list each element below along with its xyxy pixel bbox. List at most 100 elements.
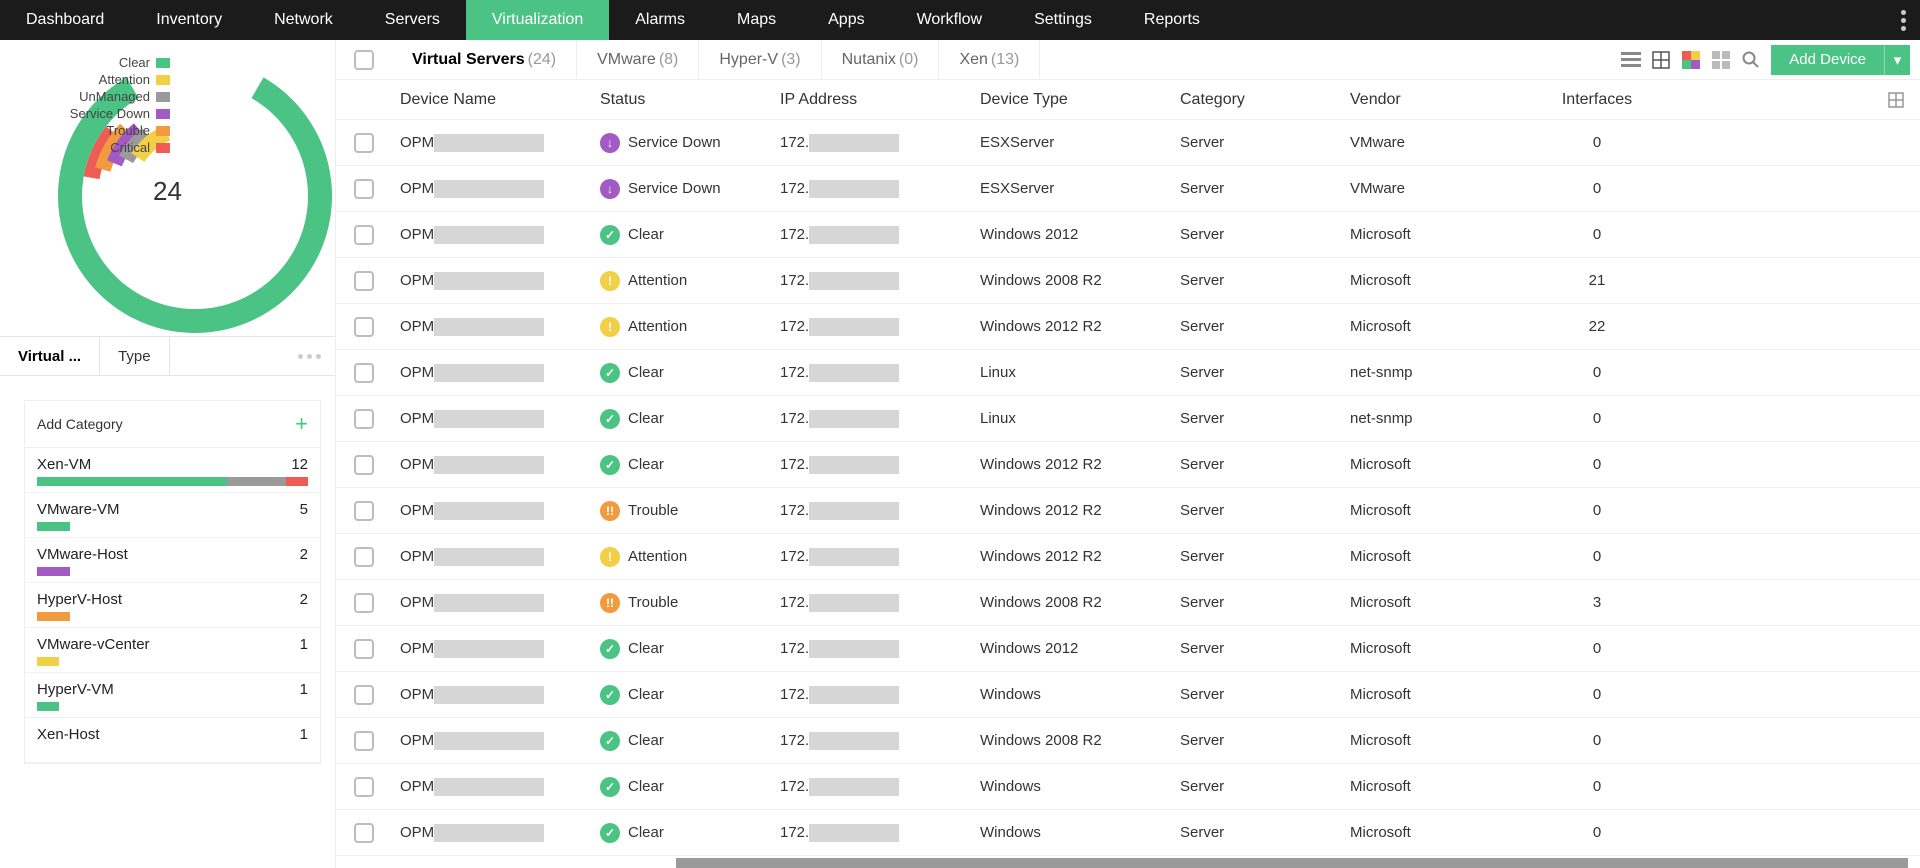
table-row[interactable]: OPM↓Service Down172.ESXServerServerVMwar… [336, 120, 1920, 166]
row-checkbox[interactable] [354, 317, 374, 337]
table-row[interactable]: OPM✓Clear172.Windows 2012 R2ServerMicros… [336, 442, 1920, 488]
table-row[interactable]: OPM!Attention172.Windows 2012 R2ServerMi… [336, 304, 1920, 350]
col-category[interactable]: Category [1172, 91, 1342, 109]
side-tab-0[interactable]: Virtual ... [0, 337, 100, 375]
sidebar: ClearAttentionUnManagedService DownTroub… [0, 40, 335, 868]
table-row[interactable]: OPM↓Service Down172.ESXServerServerVMwar… [336, 166, 1920, 212]
row-checkbox[interactable] [354, 271, 374, 291]
status-icon: ✓ [600, 409, 620, 429]
nav-settings[interactable]: Settings [1008, 0, 1118, 40]
nav-workflow[interactable]: Workflow [891, 0, 1009, 40]
nav-servers[interactable]: Servers [359, 0, 466, 40]
row-checkbox[interactable] [354, 179, 374, 199]
table-row[interactable]: OPM✓Clear172.WindowsServerMicrosoft0 [336, 672, 1920, 718]
toolbar: Virtual Servers (24)VMware (8)Hyper-V (3… [336, 40, 1920, 80]
row-checkbox[interactable] [354, 639, 374, 659]
table-row[interactable]: OPM✓Clear172.Windows 2012ServerMicrosoft… [336, 212, 1920, 258]
col-status[interactable]: Status [592, 91, 772, 109]
nav-alarms[interactable]: Alarms [609, 0, 711, 40]
category-panel: Add Category + Xen-VM12VMware-VM5VMware-… [24, 400, 321, 764]
table-row[interactable]: OPM✓Clear172.WindowsServerMicrosoft0 [336, 764, 1920, 810]
col-vendor[interactable]: Vendor [1342, 91, 1522, 109]
row-checkbox[interactable] [354, 777, 374, 797]
category-row[interactable]: HyperV-Host2 [25, 583, 320, 628]
status-icon: ✓ [600, 225, 620, 245]
tab-xen[interactable]: Xen (13) [939, 40, 1040, 79]
col-interfaces[interactable]: Interfaces [1522, 91, 1672, 109]
nav-maps[interactable]: Maps [711, 0, 802, 40]
table-row[interactable]: OPM!!Trouble172.Windows 2012 R2ServerMic… [336, 488, 1920, 534]
status-icon: !! [600, 501, 620, 521]
add-category-button[interactable]: + [295, 411, 308, 437]
tab-hyper-v[interactable]: Hyper-V (3) [699, 40, 821, 79]
side-tab-1[interactable]: Type [100, 337, 170, 375]
table-body: OPM↓Service Down172.ESXServerServerVMwar… [336, 120, 1920, 856]
select-all-checkbox[interactable] [354, 50, 374, 70]
table-row[interactable]: OPM✓Clear172.Windows 2008 R2ServerMicros… [336, 718, 1920, 764]
top-nav: DashboardInventoryNetworkServersVirtuali… [0, 0, 1920, 40]
table-header: Device Name Status IP Address Device Typ… [336, 80, 1920, 120]
tab-nutanix[interactable]: Nutanix (0) [822, 40, 940, 79]
status-donut-chart: ClearAttentionUnManagedService DownTroub… [0, 46, 335, 336]
status-icon: ✓ [600, 823, 620, 843]
table-row[interactable]: OPM!Attention172.Windows 2012 R2ServerMi… [336, 534, 1920, 580]
nav-inventory[interactable]: Inventory [130, 0, 248, 40]
status-icon: ✓ [600, 777, 620, 797]
col-device-name[interactable]: Device Name [392, 91, 592, 109]
status-icon: ✓ [600, 363, 620, 383]
status-icon: ✓ [600, 455, 620, 475]
list-view-icon[interactable] [1621, 50, 1641, 70]
col-ip[interactable]: IP Address [772, 91, 972, 109]
color-view-icon[interactable] [1681, 50, 1701, 70]
row-checkbox[interactable] [354, 225, 374, 245]
add-device-dropdown-icon[interactable]: ▾ [1884, 45, 1910, 75]
nav-reports[interactable]: Reports [1118, 0, 1226, 40]
row-checkbox[interactable] [354, 731, 374, 751]
table-row[interactable]: OPM✓Clear172.LinuxServernet-snmp0 [336, 350, 1920, 396]
legend-item: Attention [0, 71, 170, 88]
row-checkbox[interactable] [354, 133, 374, 153]
row-checkbox[interactable] [354, 547, 374, 567]
table-row[interactable]: OPM✓Clear172.WindowsServerMicrosoft0 [336, 810, 1920, 856]
row-checkbox[interactable] [354, 455, 374, 475]
category-row[interactable]: VMware-Host2 [25, 538, 320, 583]
column-settings-icon[interactable] [1888, 92, 1904, 108]
table-row[interactable]: OPM✓Clear172.Windows 2012ServerMicrosoft… [336, 626, 1920, 672]
category-row[interactable]: Xen-Host1 [25, 718, 320, 763]
nav-network[interactable]: Network [248, 0, 359, 40]
nav-dashboard[interactable]: Dashboard [0, 0, 130, 40]
horizontal-scrollbar[interactable] [676, 858, 1908, 868]
main-panel: Virtual Servers (24)VMware (8)Hyper-V (3… [335, 40, 1920, 868]
status-icon: ✓ [600, 685, 620, 705]
grid-view-icon[interactable] [1651, 50, 1671, 70]
table-row[interactable]: OPM!!Trouble172.Windows 2008 R2ServerMic… [336, 580, 1920, 626]
nav-apps[interactable]: Apps [802, 0, 890, 40]
status-icon: ↓ [600, 133, 620, 153]
more-menu-icon[interactable] [1901, 0, 1906, 40]
category-row[interactable]: VMware-vCenter1 [25, 628, 320, 673]
nav-virtualization[interactable]: Virtualization [466, 0, 609, 40]
col-device-type[interactable]: Device Type [972, 91, 1172, 109]
search-icon[interactable] [1741, 50, 1761, 70]
row-checkbox[interactable] [354, 593, 374, 613]
chart-legend: ClearAttentionUnManagedService DownTroub… [0, 54, 170, 156]
tab-virtual-servers[interactable]: Virtual Servers (24) [392, 40, 577, 79]
category-row[interactable]: Xen-VM12 [25, 448, 320, 493]
category-row[interactable]: HyperV-VM1 [25, 673, 320, 718]
row-checkbox[interactable] [354, 823, 374, 843]
tiles-view-icon[interactable] [1711, 50, 1731, 70]
add-device-button[interactable]: Add Device ▾ [1771, 45, 1910, 75]
legend-item: Clear [0, 54, 170, 71]
table-row[interactable]: OPM!Attention172.Windows 2008 R2ServerMi… [336, 258, 1920, 304]
sidebar-more-icon[interactable] [298, 337, 321, 375]
table-row[interactable]: OPM✓Clear172.LinuxServernet-snmp0 [336, 396, 1920, 442]
category-row[interactable]: VMware-VM5 [25, 493, 320, 538]
legend-item: UnManaged [0, 88, 170, 105]
tab-vmware[interactable]: VMware (8) [577, 40, 699, 79]
row-checkbox[interactable] [354, 409, 374, 429]
row-checkbox[interactable] [354, 363, 374, 383]
row-checkbox[interactable] [354, 501, 374, 521]
row-checkbox[interactable] [354, 685, 374, 705]
status-icon: ! [600, 271, 620, 291]
legend-item: Critical [0, 139, 170, 156]
